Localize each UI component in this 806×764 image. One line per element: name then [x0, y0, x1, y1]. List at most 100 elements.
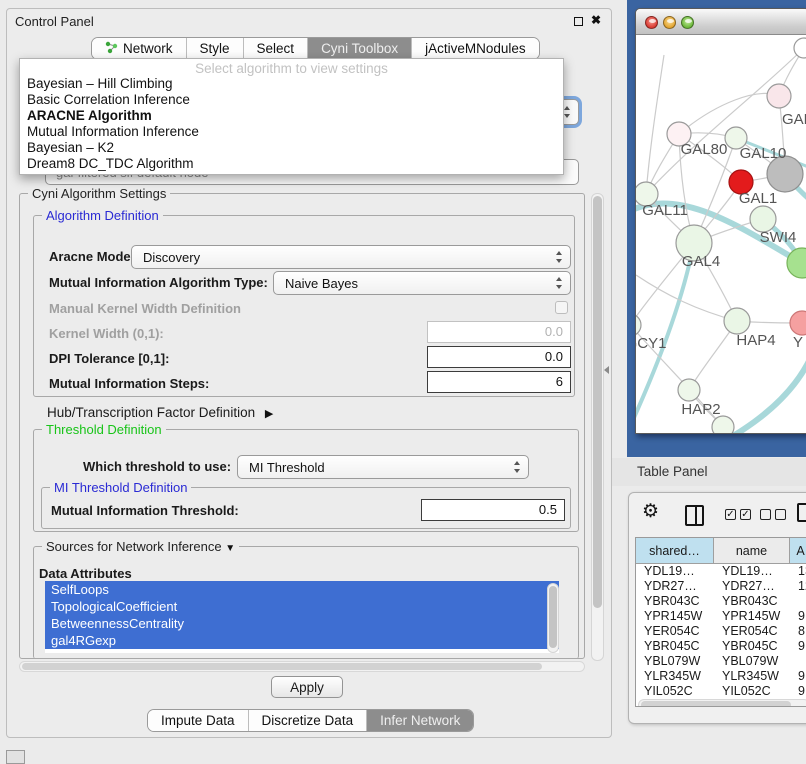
collapse-triangle-icon[interactable]: ▼ [225, 543, 235, 554]
which-threshold-combobox[interactable]: MI Threshold [237, 455, 529, 479]
tab-label: Cyni Toolbox [321, 41, 398, 56]
mi-algorithm-type-combobox[interactable]: Naive Bayes [273, 271, 571, 295]
network-node[interactable] [790, 311, 806, 335]
settings-vscrollbar[interactable] [591, 193, 604, 661]
deselect-all-checkbox-icon[interactable] [775, 509, 786, 520]
apply-button[interactable]: Apply [271, 676, 343, 698]
zoom-traffic-light-icon[interactable] [681, 16, 694, 29]
aracne-mode-value: Discovery [143, 250, 200, 265]
table-row[interactable]: YBL079WYBL079W [636, 654, 806, 669]
mi-threshold-group-title: MI Threshold Definition [50, 480, 191, 495]
node-label-gcy1: GCY1 [636, 335, 666, 352]
which-threshold-label: Which threshold to use: [83, 459, 231, 474]
table-cell: YIL052C [636, 684, 714, 699]
mi-algorithm-type-label: Mutual Information Algorithm Type: [49, 275, 268, 290]
scrollbar-thumb[interactable] [593, 196, 602, 608]
manual-kernel-width-label: Manual Kernel Width Definition [49, 301, 241, 316]
float-window-icon[interactable] [574, 17, 583, 26]
node-label-gal10: GAL10 [740, 145, 787, 162]
attribute-item-selfloops[interactable]: SelfLoops [45, 581, 559, 598]
attribute-item-topologicalcoefficient[interactable]: TopologicalCoefficient [45, 598, 559, 615]
node-label-hap2: HAP2 [681, 401, 720, 418]
network-graph-canvas[interactable]: GALGAL80GAL10GAL1GAL11SWI4GAL4GCY1HAP4YH… [636, 35, 806, 434]
gear-icon[interactable]: ⚙ [642, 500, 659, 523]
attribute-item-gal4rgexp[interactable]: gal4RGexp [45, 632, 559, 649]
new-table-page-icon[interactable] [797, 503, 806, 522]
column-header-a[interactable]: A [790, 538, 806, 564]
dropdown-item-bayesian-k2[interactable]: Bayesian – K2 [20, 140, 563, 156]
tab-label: jActiveMNodules [425, 41, 526, 56]
select-all-checkbox-icon[interactable]: ✓ [725, 509, 736, 520]
table-row[interactable]: YLR345WYLR345W9. [636, 669, 806, 684]
table-row[interactable]: YPR145WYPR145W9. [636, 609, 806, 624]
tab-jactivemnodules[interactable]: jActiveMNodules [411, 38, 539, 59]
table-row[interactable]: YIL052CYIL052C9 [636, 684, 806, 699]
table-cell: YBR045C [636, 639, 714, 654]
select-all-checkbox-icon[interactable]: ✓ [740, 509, 751, 520]
network-node[interactable] [636, 314, 641, 336]
aracne-mode-combobox[interactable]: Discovery [131, 245, 571, 269]
splitter-collapse-icon[interactable] [604, 366, 609, 374]
data-attributes-list[interactable]: SelfLoopsTopologicalCoefficientBetweenne… [45, 581, 559, 653]
dropdown-item-bayesian-hill-climbing[interactable]: Bayesian – Hill Climbing [20, 76, 563, 92]
table-row[interactable]: YBR045CYBR045C9. [636, 639, 806, 654]
dropdown-item-aracne-algorithm[interactable]: ARACNE Algorithm [20, 108, 563, 124]
table-cell: 8. [790, 624, 806, 639]
table-row[interactable]: YDR27…YDR27…12 [636, 579, 806, 594]
scrollbar-thumb[interactable] [549, 586, 557, 648]
tab-select[interactable]: Select [243, 38, 308, 59]
deselect-all-checkbox-icon[interactable] [760, 509, 771, 520]
close-traffic-light-icon[interactable] [645, 16, 658, 29]
network-node[interactable] [712, 416, 734, 433]
minimize-traffic-light-icon[interactable] [663, 16, 676, 29]
hub-definition-toggle[interactable]: Hub/Transcription Factor Definition ▶ [47, 405, 273, 420]
dpi-tolerance-label: DPI Tolerance [0,1]: [49, 351, 169, 366]
tab-discretize-data[interactable]: Discretize Data [248, 710, 367, 731]
mi-threshold-field[interactable]: 0.5 [421, 499, 565, 521]
close-icon[interactable]: ✖ [591, 13, 601, 27]
table-row[interactable]: YBR043CYBR043C [636, 594, 806, 609]
sources-title-text: Sources for Network Inference [46, 539, 222, 554]
network-edge[interactable] [679, 94, 779, 134]
tab-network[interactable]: Network [92, 38, 186, 59]
table-panel-header: Table Panel [612, 458, 806, 486]
aracne-mode-label: Aracne Mode: [49, 249, 135, 264]
table-row[interactable]: YER054CYER054C8. [636, 624, 806, 639]
table-cell: YDL19… [636, 564, 714, 579]
network-node[interactable] [767, 84, 791, 108]
tab-impute-data[interactable]: Impute Data [148, 710, 248, 731]
column-header-name[interactable]: name [714, 538, 790, 564]
dropdown-item-mutual-information-inference[interactable]: Mutual Information Inference [20, 124, 563, 140]
network-node[interactable] [678, 379, 700, 401]
table-cell: YIL052C [714, 684, 790, 699]
table-cell: YLR345W [636, 669, 714, 684]
mi-algorithm-type-value: Naive Bayes [285, 276, 358, 291]
network-edge[interactable] [646, 55, 664, 194]
tab-style[interactable]: Style [186, 38, 243, 59]
dropdown-item-basic-correlation-inference[interactable]: Basic Correlation Inference [20, 92, 563, 108]
scrollbar-thumb[interactable] [22, 663, 542, 670]
manual-kernel-width-checkbox[interactable] [555, 301, 568, 314]
mi-steps-field[interactable]: 6 [427, 371, 571, 393]
network-window-titlebar[interactable] [636, 9, 806, 35]
column-header-shared[interactable]: shared… [636, 538, 714, 564]
network-node[interactable] [794, 38, 806, 58]
scrollbar-thumb[interactable] [641, 701, 791, 707]
node-label-gal1: GAL1 [739, 190, 777, 207]
control-panel-window: Control Panel ✖ NetworkStyleSelectCyni T… [6, 8, 612, 738]
dropdown-item-dream8-dc-tdc-algorithm[interactable]: Dream8 DC_TDC Algorithm [20, 156, 563, 172]
network-node[interactable] [724, 308, 750, 334]
tab-infer-network[interactable]: Infer Network [366, 710, 473, 731]
tab-cyni-toolbox[interactable]: Cyni Toolbox [307, 38, 411, 59]
split-columns-icon[interactable] [685, 505, 704, 526]
table-row[interactable]: YDL19…YDL19…13 [636, 564, 806, 579]
kernel-width-field[interactable]: 0.0 [427, 321, 571, 343]
attributes-list-scrollbar[interactable] [547, 583, 559, 653]
dpi-tolerance-field[interactable]: 0.0 [427, 346, 571, 368]
algorithm-dropdown-popup: Select algorithm to view settings Bayesi… [19, 58, 564, 175]
settings-hscrollbar[interactable] [19, 661, 585, 672]
table-hscrollbar[interactable] [638, 699, 806, 707]
node-label-gal4: GAL4 [682, 253, 720, 270]
attribute-item-betweennesscentrality[interactable]: BetweennessCentrality [45, 615, 559, 632]
mi-threshold-label: Mutual Information Threshold: [51, 503, 239, 518]
